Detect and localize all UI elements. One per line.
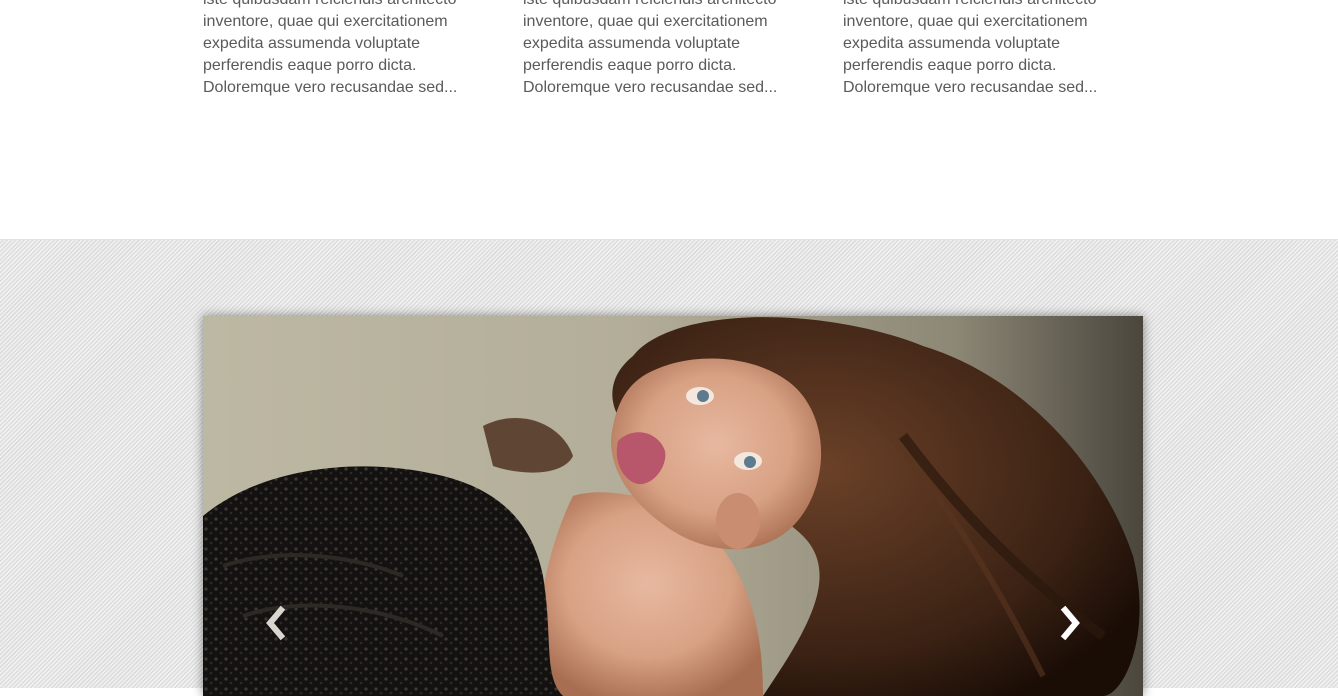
excerpt-line: perferendis eaque porro dicta.	[843, 57, 1057, 74]
excerpt-line: inventore, quae qui exercitationem	[523, 13, 768, 30]
article-excerpt-2: iste quibusdam reiciendis architecto inv…	[523, 0, 793, 99]
excerpt-line: inventore, quae qui exercitationem	[843, 13, 1088, 30]
articles-section: iste quibusdam reiciendis architecto inv…	[0, 0, 1338, 239]
excerpt-line: Doloremque vero recusandae sed...	[203, 79, 458, 96]
excerpt-line: inventore, quae qui exercitationem	[203, 13, 448, 30]
excerpt-line: expedita assumenda voluptate	[843, 35, 1061, 52]
slide-image	[203, 316, 1143, 696]
excerpt-line: expedita assumenda voluptate	[203, 35, 421, 52]
chevron-left-icon	[266, 605, 286, 641]
article-excerpt-3: iste quibusdam reiciendis architecto inv…	[843, 0, 1113, 99]
excerpt-line: iste quibusdam reiciendis architecto	[203, 0, 473, 11]
excerpt-line: perferendis eaque porro dicta.	[203, 57, 417, 74]
excerpt-line: Doloremque vero recusandae sed...	[523, 79, 778, 96]
image-slider[interactable]	[203, 316, 1143, 696]
slider-prev-button[interactable]	[261, 604, 291, 642]
slider-section	[0, 239, 1338, 696]
excerpt-line: Doloremque vero recusandae sed...	[843, 79, 1098, 96]
article-excerpt-1: iste quibusdam reiciendis architecto inv…	[203, 0, 473, 99]
excerpt-line: perferendis eaque porro dicta.	[523, 57, 737, 74]
slider-next-button[interactable]	[1055, 604, 1085, 642]
excerpt-line: iste quibusdam reiciendis architecto	[523, 0, 793, 11]
excerpt-line: iste quibusdam reiciendis architecto	[843, 0, 1113, 11]
excerpt-line: expedita assumenda voluptate	[523, 35, 741, 52]
chevron-right-icon	[1060, 605, 1080, 641]
